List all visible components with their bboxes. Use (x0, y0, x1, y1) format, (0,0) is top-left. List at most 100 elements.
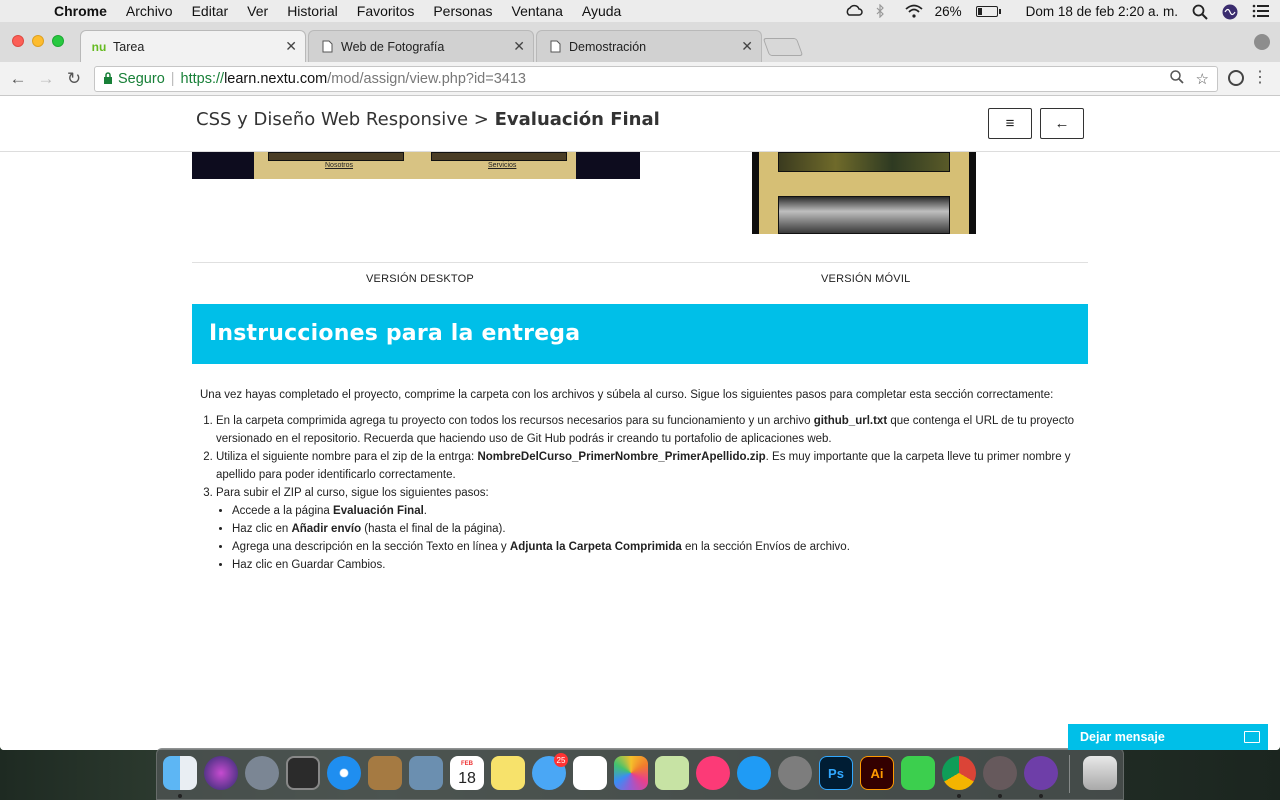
close-window-button[interactable] (12, 35, 24, 47)
preview-caption: Nosotros (325, 162, 354, 169)
notes-icon[interactable] (491, 756, 525, 790)
menu-favoritos[interactable]: Favoritos (357, 3, 415, 19)
clock[interactable]: Dom 18 de feb 2:20 a. m. (1026, 4, 1178, 19)
battery-level (977, 7, 982, 15)
running-indicator (957, 794, 961, 798)
running-indicator (1039, 794, 1043, 798)
menu-bar: Chrome Archivo Editar Ver Historial Favo… (0, 0, 1280, 22)
browser-toolbar: ← → ↻ Seguro | https:// learn.nextu.com … (0, 62, 1280, 96)
itunes-icon[interactable] (696, 756, 730, 790)
close-tab-icon[interactable]: ✕ (741, 38, 753, 55)
substep-item: Agrega una descripción en la sección Tex… (232, 538, 1080, 556)
facetime-icon[interactable] (901, 756, 935, 790)
wifi-icon[interactable] (905, 4, 923, 18)
extension-icon[interactable] (1228, 70, 1244, 86)
version-labels: VERSIÓN DESKTOP VERSIÓN MÓVIL (192, 262, 1088, 302)
close-tab-icon[interactable]: ✕ (513, 38, 525, 55)
bluetooth-icon[interactable] (875, 3, 891, 19)
page-content: CSS y Diseño Web Responsive > Evaluación… (0, 96, 1280, 750)
instructions-intro: Una vez hayas completado el proyecto, co… (200, 389, 1054, 401)
lock-icon (103, 71, 113, 87)
tab-label: Web de Fotografía (341, 39, 445, 54)
menu-ayuda[interactable]: Ayuda (582, 3, 621, 19)
dock-separator (1069, 755, 1070, 793)
calendar-icon[interactable]: FEB 18 (450, 756, 484, 790)
menu-editar[interactable]: Editar (192, 3, 229, 19)
menu-historial[interactable]: Historial (287, 3, 338, 19)
back-arrow-icon: ← (1054, 115, 1070, 132)
substep-item: Haz clic en Guardar Cambios. (232, 556, 1080, 574)
browser-window: nu Tarea ✕ Web de Fotografía ✕ Demostrac… (0, 22, 1280, 750)
safari-icon[interactable] (327, 756, 361, 790)
launchpad-icon[interactable] (245, 756, 279, 790)
tab-web-de-fotografia[interactable]: Web de Fotografía ✕ (308, 30, 534, 62)
chrome-icon[interactable] (942, 756, 976, 790)
preview-icon[interactable] (409, 756, 443, 790)
page-icon (319, 40, 335, 54)
chat-window-icon[interactable] (1244, 731, 1260, 743)
omnibox-divider: | (170, 71, 175, 87)
url-path: /mod/assign/view.php?id=3413 (327, 71, 526, 87)
zoom-window-button[interactable] (52, 35, 64, 47)
chat-label: Dejar mensaje (1080, 730, 1165, 744)
menu-app-name[interactable]: Chrome (54, 3, 107, 19)
github-desktop-icon[interactable] (1024, 756, 1058, 790)
battery-percent[interactable]: 26% (935, 4, 962, 19)
mobile-preview-image (752, 152, 976, 234)
close-tab-icon[interactable]: ✕ (285, 38, 297, 55)
siri-menubar-icon[interactable] (1222, 4, 1238, 20)
page-name-highlight: Evaluación Final (333, 505, 424, 517)
zoom-magnifier-icon[interactable] (1169, 70, 1184, 88)
photos-icon[interactable] (614, 756, 648, 790)
profile-icon[interactable] (1254, 34, 1270, 50)
substeps-list: Accede a la página Evaluación Final. Haz… (216, 502, 1080, 574)
reminders-icon[interactable] (573, 756, 607, 790)
spotlight-search-icon[interactable] (1192, 4, 1208, 20)
bookmark-star-icon[interactable]: ☆ (1196, 70, 1209, 88)
notebook-icon[interactable] (368, 756, 402, 790)
notification-center-icon[interactable] (1252, 4, 1269, 18)
tab-demostracion[interactable]: Demostración ✕ (536, 30, 762, 62)
menu-ver[interactable]: Ver (247, 3, 268, 19)
calendar-month: FEB (461, 760, 473, 767)
creative-cloud-icon[interactable] (845, 4, 863, 18)
chrome-menu-icon[interactable]: ⋮ (1252, 67, 1268, 87)
minimize-window-button[interactable] (32, 35, 44, 47)
system-preferences-icon[interactable] (778, 756, 812, 790)
siri-icon[interactable] (204, 756, 238, 790)
course-header: CSS y Diseño Web Responsive > Evaluación… (0, 96, 1280, 152)
menu-archivo[interactable]: Archivo (126, 3, 173, 19)
step-item: Utiliza el siguiente nombre para el zip … (216, 448, 1080, 484)
battery-icon[interactable] (975, 5, 1001, 17)
preview-photo (431, 152, 567, 161)
photoshop-icon[interactable]: Ps (819, 756, 853, 790)
address-bar[interactable]: Seguro | https:// learn.nextu.com /mod/a… (94, 66, 1218, 92)
photo-booth-icon[interactable] (286, 756, 320, 790)
tab-tarea[interactable]: nu Tarea ✕ (80, 30, 306, 62)
desktop-preview-image: Nosotros Servicios (192, 152, 640, 179)
menu-ventana[interactable]: Ventana (512, 3, 563, 19)
messages-badge: 25 (554, 753, 568, 767)
illustrator-icon[interactable]: Ai (860, 756, 894, 790)
trash-icon[interactable] (1083, 756, 1117, 790)
menu-personas[interactable]: Personas (433, 3, 492, 19)
add-submission-highlight: Añadir envío (291, 523, 362, 535)
section-title: Instrucciones para la entrega (209, 321, 581, 346)
attach-folder-highlight: Adjunta la Carpeta Comprimida (509, 541, 682, 553)
breadcrumb-course[interactable]: CSS y Diseño Web Responsive (196, 109, 468, 130)
new-tab-button[interactable] (762, 38, 804, 56)
desktop-version-label: VERSIÓN DESKTOP (366, 273, 474, 285)
forward-arrow-icon[interactable]: → (32, 69, 60, 89)
atom-icon[interactable] (983, 756, 1017, 790)
running-indicator (998, 794, 1002, 798)
reload-icon[interactable]: ↻ (60, 69, 88, 89)
leave-message-widget[interactable]: Dejar mensaje (1068, 724, 1268, 750)
menu-button[interactable]: ≡ (988, 108, 1032, 139)
mobile-version-label: VERSIÓN MÓVIL (821, 273, 911, 285)
tab-label: Tarea (113, 39, 145, 54)
back-arrow-icon[interactable]: ← (4, 69, 32, 89)
back-button[interactable]: ← (1040, 108, 1084, 139)
app-store-icon[interactable] (737, 756, 771, 790)
maps-icon[interactable] (655, 756, 689, 790)
finder-icon[interactable] (163, 756, 197, 790)
